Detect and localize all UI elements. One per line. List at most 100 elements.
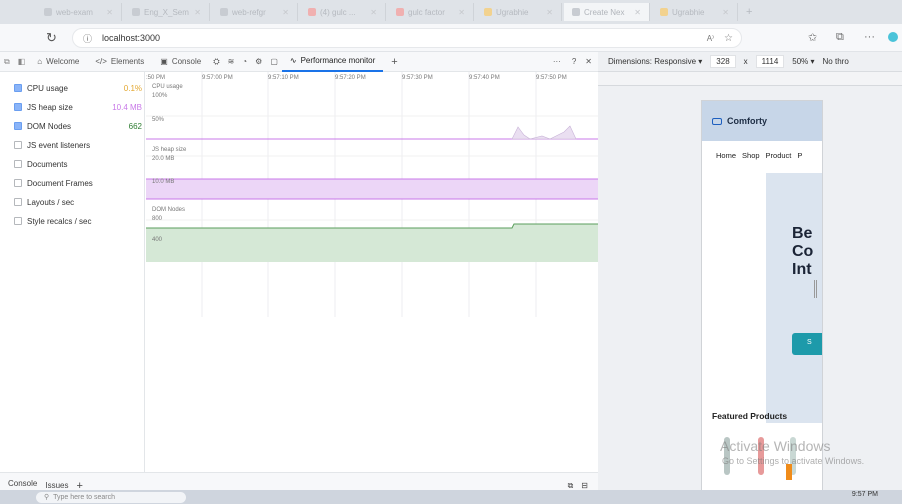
resize-handle[interactable] — [814, 280, 817, 298]
dock-icon[interactable]: ◧ — [14, 52, 30, 72]
checkbox-unchecked[interactable] — [14, 160, 22, 168]
copilot-icon[interactable] — [888, 32, 898, 42]
new-tab-button[interactable]: + — [746, 6, 752, 18]
tab-label: (4) gulc ... — [320, 7, 356, 17]
favorites-icon[interactable]: ✩ — [808, 31, 817, 44]
zoom-select[interactable]: 50% ▾ — [792, 57, 814, 66]
checkbox-checked[interactable] — [14, 84, 22, 92]
close-icon[interactable]: ✕ — [546, 8, 553, 17]
tab-console[interactable]: ▣ Console — [152, 52, 209, 72]
metric-layouts-per-sec[interactable]: Layouts / sec — [14, 194, 142, 210]
taskbar-search[interactable]: ⚲ Type here to search — [36, 491, 186, 503]
home-icon: ⌂ — [37, 57, 43, 66]
bug-icon[interactable]: ⛭ — [209, 52, 223, 72]
browser-tab-active[interactable]: Create Nex ✕ — [564, 3, 650, 21]
metric-js-heap[interactable]: JS heap size 10.4 MB — [14, 99, 142, 115]
wifi-icon[interactable]: ≋ — [224, 52, 239, 72]
browser-tab[interactable]: web-refgr ✕ — [212, 3, 298, 21]
dimensions-select[interactable]: Dimensions: Responsive ▾ — [608, 57, 702, 66]
tab-label: Create Nex — [584, 7, 625, 17]
tab-performance-monitor[interactable]: ∿ Performance monitor — [281, 52, 384, 72]
reload-icon[interactable]: ↻ — [46, 30, 57, 46]
application-icon[interactable]: ▢ — [266, 52, 282, 72]
devtools-tab-bar: ⧉ ◧ ⌂ Welcome </> Elements ▣ Console ⛭ ≋ ◔ … — [0, 52, 598, 72]
gauge-icon[interactable]: ◔ — [238, 52, 251, 72]
info-icon[interactable]: ⓘ — [83, 32, 92, 45]
time-label: 9:57:20 PM — [335, 75, 366, 81]
heap-area — [146, 179, 598, 199]
favicon-icon — [660, 8, 668, 16]
favicon-icon — [396, 8, 404, 16]
metric-js-event-listeners[interactable]: JS event listeners — [14, 137, 142, 153]
metric-documents[interactable]: Documents — [14, 156, 142, 172]
device-height-input[interactable]: 1114 — [755, 55, 785, 68]
metric-document-frames[interactable]: Document Frames — [14, 175, 142, 191]
close-icon[interactable]: ✕ — [282, 8, 289, 17]
metric-dom-nodes[interactable]: DOM Nodes 662 — [14, 118, 142, 134]
product-thumb-orange[interactable] — [786, 464, 792, 480]
metric-label: Layouts / sec — [27, 197, 75, 207]
tab-welcome[interactable]: ⌂ Welcome — [29, 52, 87, 72]
site-header: Comforty — [702, 101, 822, 141]
checkbox-unchecked[interactable] — [14, 217, 22, 225]
metric-label: DOM Nodes — [27, 121, 72, 131]
close-icon[interactable]: ✕ — [370, 8, 377, 17]
sofa-icon — [712, 117, 722, 125]
hero-button-label: S — [807, 339, 812, 346]
tab-label: Ugrabhie — [496, 7, 529, 17]
close-devtools-icon[interactable]: ✕ — [579, 52, 598, 72]
device-toolbar-icon[interactable]: ⧉ — [0, 52, 14, 72]
nav-p[interactable]: P — [797, 151, 802, 160]
nav-shop[interactable]: Shop — [742, 151, 760, 160]
browser-tab[interactable]: web-exam ✕ — [36, 3, 122, 21]
nav-home[interactable]: Home — [716, 151, 736, 160]
browser-tab[interactable]: Ugrabhie ✕ — [476, 3, 562, 21]
tab-label: gulc factor — [408, 7, 445, 17]
time-label: 9:57:50 PM — [536, 75, 567, 81]
tab-elements[interactable]: </> Elements — [87, 52, 152, 72]
throttle-select[interactable]: No thro — [823, 57, 849, 66]
performance-graph-area: :50 PM 9:57:00 PM 9:57:10 PM 9:57:20 PM … — [146, 72, 598, 472]
graph-tick: 50% — [152, 117, 165, 123]
settings-gear-icon[interactable]: ⚙ — [251, 52, 266, 72]
add-tab-button[interactable]: + — [383, 52, 405, 72]
checkbox-unchecked[interactable] — [14, 141, 22, 149]
checkbox-unchecked[interactable] — [14, 179, 22, 187]
expand-drawer-icon[interactable]: ⊟ — [581, 481, 588, 490]
more-icon[interactable]: ··· — [864, 31, 875, 43]
nav-product[interactable]: Product — [766, 151, 792, 160]
drawer-tab-issues[interactable]: Issues — [45, 481, 68, 490]
close-icon[interactable]: ✕ — [106, 8, 113, 17]
browser-tab[interactable]: Eng_X_Sem ✕ — [124, 3, 210, 21]
tab-label: Console — [171, 57, 202, 66]
checkbox-checked[interactable] — [14, 122, 22, 130]
read-aloud-icon[interactable]: A⁾ — [707, 34, 714, 43]
checkbox-unchecked[interactable] — [14, 198, 22, 206]
checkbox-checked[interactable] — [14, 103, 22, 111]
favicon-icon — [572, 8, 580, 16]
close-icon[interactable]: ✕ — [458, 8, 465, 17]
address-bar[interactable]: ⓘ localhost:3000 A⁾ ☆ — [72, 28, 742, 48]
collections-icon[interactable]: ⧉ — [836, 31, 844, 44]
close-icon[interactable]: ✕ — [722, 8, 729, 17]
close-icon[interactable]: ✕ — [194, 8, 201, 17]
site-brand[interactable]: Comforty — [727, 116, 767, 126]
metric-style-recalcs[interactable]: Style recalcs / sec — [14, 213, 142, 229]
help-icon[interactable]: ? — [569, 52, 579, 72]
favorite-star-icon[interactable]: ☆ — [724, 33, 733, 44]
metric-cpu-usage[interactable]: CPU usage 0.1% — [14, 80, 142, 96]
console-icon: ▣ — [160, 57, 168, 66]
device-width-input[interactable]: 328 — [710, 55, 736, 68]
hero-shop-button[interactable]: S — [792, 333, 822, 355]
favicon-icon — [220, 8, 228, 16]
dimensions-label: Dimensions: Responsive — [608, 57, 697, 66]
featured-heading: Featured Products — [712, 411, 788, 421]
browser-tab[interactable]: gulc factor ✕ — [388, 3, 474, 21]
browser-tab[interactable]: Ugrabhie ✕ — [652, 3, 738, 21]
taskbar-clock[interactable]: 9:57 PM — [852, 491, 878, 498]
more-tools-icon[interactable]: ··· — [545, 52, 569, 72]
dock-side-icon[interactable]: ⧉ — [568, 481, 574, 491]
close-icon[interactable]: ✕ — [634, 8, 641, 17]
time-label: 9:57:30 PM — [402, 75, 433, 81]
browser-tab[interactable]: (4) gulc ... ✕ — [300, 3, 386, 21]
